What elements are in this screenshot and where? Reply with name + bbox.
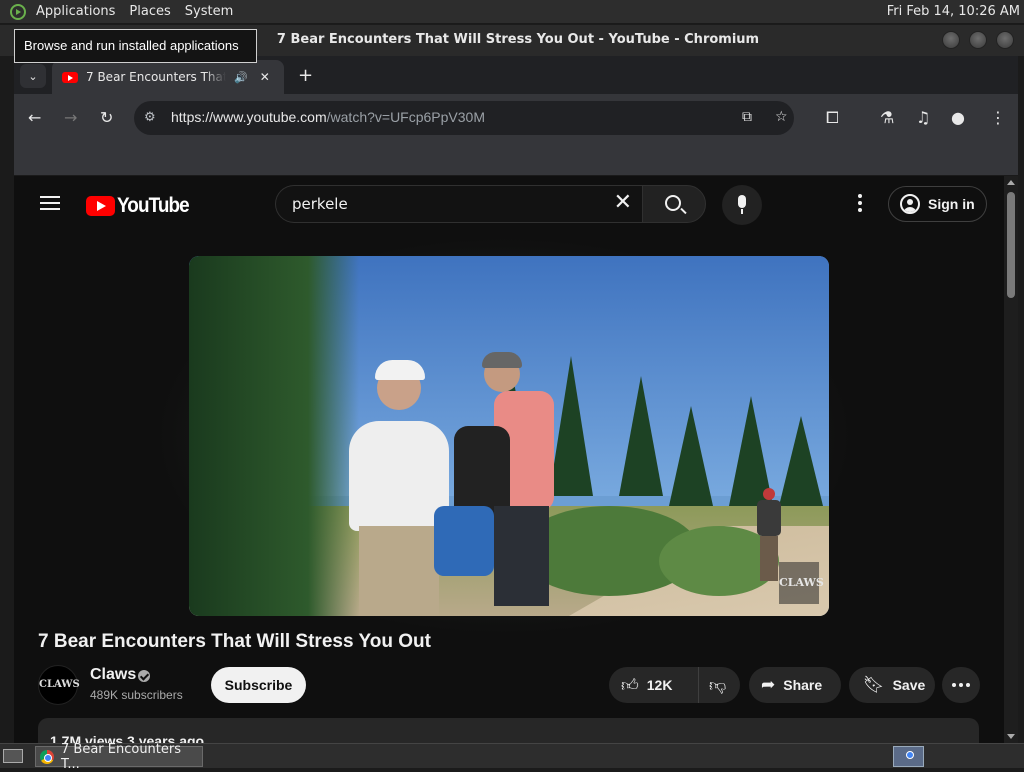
url-host: https://www.youtube.com	[171, 109, 327, 125]
top-panel: Applications Places System Fri Feb 14, 1…	[0, 0, 1024, 24]
tab-close-icon[interactable]: ✕	[260, 70, 270, 84]
url-path: /watch?v=UFcp6PpV30M	[326, 109, 485, 125]
youtube-favicon-icon	[62, 71, 78, 83]
workspace-switcher[interactable]	[893, 746, 924, 767]
tab-search-button[interactable]: ⌄	[20, 64, 46, 88]
scroll-up-icon[interactable]	[1007, 180, 1015, 185]
account-circle-icon	[900, 194, 920, 214]
video-tree	[779, 416, 823, 506]
bottom-taskbar: 7 Bear Encounters T...	[0, 742, 1024, 772]
video-person-2	[434, 352, 554, 616]
panel-menu: Applications Places System	[30, 0, 253, 24]
new-tab-button[interactable]: +	[298, 65, 313, 86]
video-person-1	[339, 360, 449, 616]
chromium-icon	[40, 749, 54, 764]
thumbs-up-icon: 👍︎	[621, 675, 639, 695]
settings-kebab-icon[interactable]	[858, 194, 862, 215]
bookmark-star-icon[interactable]: ☆	[775, 109, 788, 125]
forward-arrow-icon[interactable]: →	[64, 108, 77, 127]
like-count: 12K	[646, 677, 673, 693]
search-input[interactable]: perkele ✕	[275, 185, 642, 223]
labs-flask-icon[interactable]: ⚗	[880, 108, 894, 127]
browser-toolbar: ← → ↻ ⚙ https://www.youtube.com/watch?v=…	[14, 94, 1018, 142]
maximize-button[interactable]	[969, 31, 987, 49]
share-arrow-icon: ➦	[761, 675, 776, 694]
close-window-button[interactable]	[996, 31, 1014, 49]
browser-menu-icon[interactable]: ⋮	[990, 108, 1006, 127]
applications-tooltip: Browse and run installed applications	[14, 29, 257, 63]
menu-applications[interactable]: Applications	[36, 4, 115, 19]
taskbar-item-label: 7 Bear Encounters T...	[61, 741, 182, 772]
description-box[interactable]: 1.7M views 3 years ago	[38, 718, 979, 743]
video-forest	[189, 256, 359, 616]
verified-badge-icon	[138, 670, 150, 682]
like-dislike-group: 👍︎ 12K 👎︎	[609, 667, 740, 703]
channel-name[interactable]: Claws	[90, 666, 136, 684]
page-scrollbar[interactable]	[1004, 176, 1018, 743]
infobar-strip	[14, 142, 1018, 176]
taskbar-item-chromium[interactable]: 7 Bear Encounters T...	[35, 742, 203, 772]
bookmark-icon: 🔖︎	[863, 675, 885, 694]
channel-avatar[interactable]: CLAWS	[38, 665, 80, 705]
channel-watermark[interactable]: CLAWS	[779, 562, 824, 604]
video-title: 7 Bear Encounters That Will Stress You O…	[38, 631, 431, 652]
youtube-play-icon	[86, 196, 115, 216]
extensions-icon[interactable]: ⧠	[826, 108, 839, 128]
scroll-down-icon[interactable]	[1007, 734, 1015, 739]
voice-search-button[interactable]	[722, 185, 762, 225]
chevron-down-icon: ⌄	[28, 69, 38, 83]
url-text[interactable]: https://www.youtube.com/watch?v=UFcp6PpV…	[171, 109, 485, 125]
media-controls-icon[interactable]: ♫	[916, 108, 930, 127]
sign-in-button[interactable]: Sign in	[888, 186, 987, 222]
microphone-icon	[738, 195, 746, 214]
video-tree	[549, 356, 593, 496]
hamburger-menu-icon[interactable]	[40, 196, 60, 210]
video-player[interactable]: CLAWS	[189, 256, 829, 616]
youtube-wordmark: YouTube	[117, 194, 190, 217]
like-button[interactable]: 👍︎ 12K	[609, 667, 699, 703]
menu-system[interactable]: System	[185, 4, 233, 19]
search-icon	[665, 195, 681, 211]
install-app-icon[interactable]: ⧉	[742, 109, 752, 125]
menu-places[interactable]: Places	[129, 4, 170, 19]
scrollbar-thumb[interactable]	[1007, 192, 1015, 298]
page-viewport: YouTube perkele ✕ Sign in CLAWS 7 Bear E…	[14, 176, 1004, 743]
reload-icon[interactable]: ↻	[100, 108, 113, 127]
subscriber-count: 489K subscribers	[90, 688, 183, 702]
minimize-button[interactable]	[942, 31, 960, 49]
more-actions-button[interactable]	[942, 667, 980, 703]
clear-search-icon[interactable]: ✕	[614, 190, 632, 215]
youtube-logo[interactable]: YouTube	[86, 194, 197, 218]
site-info-icon[interactable]: ⚙	[144, 110, 156, 125]
profile-icon[interactable]: ●	[951, 108, 965, 127]
save-button[interactable]: 🔖︎ Save	[849, 667, 935, 703]
subscribe-button[interactable]: Subscribe	[211, 667, 306, 703]
share-button[interactable]: ➦ Share	[749, 667, 841, 703]
save-label: Save	[892, 677, 926, 693]
search-button[interactable]	[642, 185, 706, 223]
speaker-icon[interactable]: 🔊	[234, 71, 248, 84]
applications-logo-icon[interactable]	[10, 3, 26, 20]
panel-clock[interactable]: Fri Feb 14, 10:26 AM	[887, 4, 1020, 19]
thumbs-down-icon: 👎︎	[709, 675, 727, 695]
address-bar[interactable]: ⚙ https://www.youtube.com/watch?v=UFcp6P…	[134, 101, 794, 135]
sign-in-label: Sign in	[928, 196, 975, 212]
video-tree	[619, 376, 663, 496]
dislike-button[interactable]: 👎︎	[699, 675, 734, 696]
tab-youtube[interactable]: 7 Bear Encounters That Will Stress You O…	[52, 60, 284, 94]
back-arrow-icon[interactable]: ←	[28, 108, 41, 127]
video-tree	[669, 406, 713, 506]
share-label: Share	[783, 677, 823, 693]
search-query: perkele	[292, 195, 348, 213]
tab-title: 7 Bear Encounters That Will Stress You O…	[86, 70, 226, 84]
show-desktop-icon[interactable]	[3, 749, 23, 763]
